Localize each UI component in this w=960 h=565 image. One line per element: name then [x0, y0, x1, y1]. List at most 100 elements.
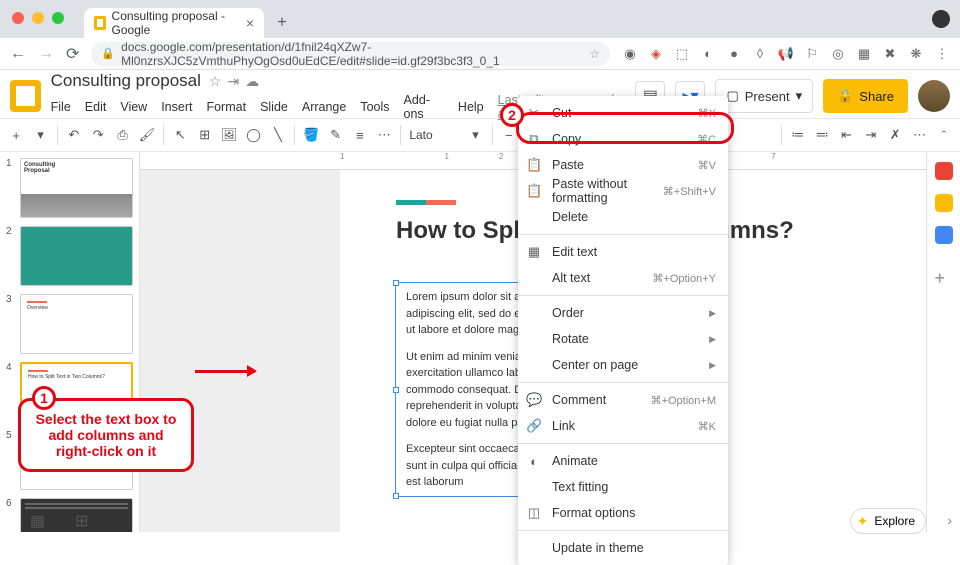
star-icon[interactable]: ☆: [589, 47, 600, 61]
ctx-paste-without-formatting[interactable]: 📋Paste without formatting⌘+Shift+V: [518, 178, 728, 204]
font-family-select[interactable]: Lato: [409, 128, 459, 142]
ctx-text-fitting[interactable]: Text fitting: [518, 474, 728, 500]
menu-file[interactable]: File: [51, 100, 71, 114]
document-title[interactable]: Consulting proposal: [51, 71, 201, 91]
lock-icon: 🔒: [101, 47, 115, 60]
select-tool[interactable]: ↖: [172, 127, 188, 143]
chevron-right-icon: ▶: [709, 308, 716, 319]
ext-icon[interactable]: ⬚: [674, 46, 690, 62]
new-tab-button[interactable]: +: [270, 11, 294, 35]
fill-color-button[interactable]: 🪣: [303, 127, 319, 143]
ctx-alt-text[interactable]: Alt text⌘+Option+Y: [518, 265, 728, 291]
textbox-tool[interactable]: ⊞: [196, 127, 212, 143]
calendar-icon[interactable]: [935, 162, 953, 180]
ext-icon[interactable]: ◊: [752, 46, 768, 62]
chevron-down-icon[interactable]: ▾: [467, 127, 483, 143]
browser-tab[interactable]: Consulting proposal - Google ×: [84, 8, 264, 38]
line-tool[interactable]: ╲: [270, 127, 286, 143]
add-addon-icon[interactable]: +: [935, 268, 953, 286]
close-tab-icon[interactable]: ×: [246, 15, 254, 31]
move-icon[interactable]: ⇥: [227, 73, 239, 90]
menu-format[interactable]: Format: [206, 100, 246, 114]
resize-handle[interactable]: [393, 280, 399, 286]
browser-profile-avatar[interactable]: [932, 10, 950, 28]
url-field[interactable]: 🔒 docs.google.com/presentation/d/1fnil24…: [91, 42, 610, 66]
menu-insert[interactable]: Insert: [161, 100, 192, 114]
hide-menus-button[interactable]: ˆ: [936, 128, 952, 143]
expand-sidebar-icon[interactable]: ›: [947, 512, 952, 528]
ctx-center-on-page[interactable]: Center on page▶: [518, 352, 728, 378]
share-button[interactable]: 🔒 Share: [823, 79, 908, 113]
ext-icon[interactable]: ◉: [622, 46, 638, 62]
close-window-icon[interactable]: [12, 12, 24, 24]
border-color-button[interactable]: ✎: [327, 127, 343, 143]
explore-button[interactable]: ✦ Explore: [850, 508, 926, 534]
present-button[interactable]: ▢ Present ▾: [715, 79, 813, 113]
bulleted-list-button[interactable]: ≔: [790, 127, 806, 143]
numbered-list-button[interactable]: ≕: [814, 127, 830, 143]
menu-arrange[interactable]: Arrange: [302, 100, 346, 114]
ext-icon[interactable]: ◈: [648, 46, 664, 62]
more-tools-button[interactable]: ⋯: [911, 127, 927, 143]
menu-edit[interactable]: Edit: [85, 100, 107, 114]
thumbnail[interactable]: 3Overview: [6, 294, 133, 354]
menu-help[interactable]: Help: [458, 100, 484, 114]
clear-format-button[interactable]: ✗: [887, 127, 903, 143]
maximize-window-icon[interactable]: [52, 12, 64, 24]
ctx-edit-text[interactable]: ▦Edit text: [518, 239, 728, 265]
resize-handle[interactable]: [393, 387, 399, 393]
present-icon: ▢: [726, 88, 738, 104]
border-weight-button[interactable]: ≡: [352, 128, 368, 143]
ext-icon[interactable]: 📢: [778, 46, 794, 62]
reload-icon[interactable]: ⟳: [66, 44, 79, 64]
menu-tools[interactable]: Tools: [360, 100, 389, 114]
tasks-icon[interactable]: [935, 226, 953, 244]
decrease-font-button[interactable]: −: [501, 128, 517, 143]
forward-icon[interactable]: →: [38, 45, 54, 63]
thumbnail[interactable]: 1ConsultingProposal: [6, 158, 133, 218]
increase-indent-button[interactable]: ⇥: [863, 127, 879, 143]
new-slide-button[interactable]: +: [8, 128, 24, 143]
chevron-down-icon[interactable]: ▾: [32, 127, 48, 143]
ext-icon[interactable]: ✖: [882, 46, 898, 62]
ext-icon[interactable]: ●: [726, 46, 742, 62]
redo-button[interactable]: ↷: [90, 127, 106, 143]
undo-button[interactable]: ↶: [66, 127, 82, 143]
decrease-indent-button[interactable]: ⇤: [838, 127, 854, 143]
star-icon[interactable]: ☆: [209, 73, 222, 90]
menu-addons[interactable]: Add-ons: [404, 93, 444, 121]
menu-view[interactable]: View: [120, 100, 147, 114]
ctx-animate[interactable]: ◐Animate: [518, 448, 728, 474]
ext-icon[interactable]: ⚐: [804, 46, 820, 62]
shape-tool[interactable]: ◯: [245, 127, 261, 143]
ctx-order[interactable]: Order▶: [518, 300, 728, 326]
ctx-paste[interactable]: 📋Paste⌘V: [518, 152, 728, 178]
filmstrip-view-icon[interactable]: ▦: [30, 511, 45, 531]
image-tool[interactable]: 🖼: [221, 127, 238, 143]
ext-icon[interactable]: ▦: [856, 46, 872, 62]
ctx-link[interactable]: 🔗Link⌘K: [518, 413, 728, 439]
ctx-comment[interactable]: 💬Comment⌘+Option+M: [518, 387, 728, 413]
browser-menu-icon[interactable]: ⋮: [934, 46, 950, 62]
resize-handle[interactable]: [393, 493, 399, 499]
ext-icon[interactable]: ◎: [830, 46, 846, 62]
menu-slide[interactable]: Slide: [260, 100, 288, 114]
ext-icon[interactable]: ❋: [908, 46, 924, 62]
minimize-window-icon[interactable]: [32, 12, 44, 24]
paint-format-button[interactable]: 🖌: [139, 127, 156, 143]
thumbnail[interactable]: 2: [6, 226, 133, 286]
ctx-delete[interactable]: Delete: [518, 204, 728, 230]
slides-logo-icon[interactable]: [10, 80, 41, 112]
ctx-rotate[interactable]: Rotate▶: [518, 326, 728, 352]
border-dash-button[interactable]: ⋯: [376, 127, 392, 143]
back-icon[interactable]: ←: [10, 45, 26, 63]
ctx-update-in-theme[interactable]: Update in theme: [518, 535, 728, 561]
user-avatar[interactable]: [918, 80, 950, 112]
cloud-icon[interactable]: ☁: [245, 73, 259, 90]
keep-icon[interactable]: [935, 194, 953, 212]
ctx-format-options[interactable]: ◫Format options: [518, 500, 728, 526]
ext-icon[interactable]: ◐: [700, 46, 716, 62]
print-button[interactable]: ⎙: [114, 127, 130, 143]
grid-view-icon[interactable]: ⊞: [75, 511, 88, 531]
chevron-right-icon: ▶: [709, 334, 716, 345]
